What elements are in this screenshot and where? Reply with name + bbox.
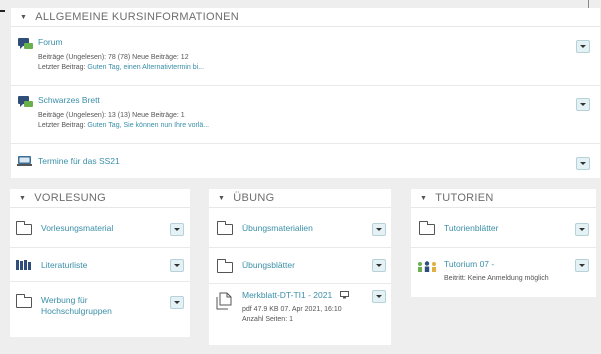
block-uebung: ▼ ÜBUNG Übungsmaterialien Übungsblätter …	[209, 189, 391, 345]
schwarzes-brett-last-post-link[interactable]: Guten Tag, Sie können nun Ihre vorlä...	[87, 122, 209, 129]
block-title: VORLESUNG	[34, 192, 107, 204]
tutorienblaetter-link[interactable]: Tutorienblätter	[444, 223, 499, 233]
tutorium-link[interactable]: Tutorium 07 -	[444, 259, 494, 269]
tutorium-enrollment: Beitritt: Keine Anmeldung möglich	[444, 275, 549, 282]
calendar-icon	[17, 156, 32, 166]
block-vorlesung: ▼ VORLESUNG Vorlesungsmaterial Literatur…	[10, 189, 190, 337]
forum-icon	[18, 38, 33, 49]
list-item-tutorium-07: Tutorium 07 - Beitritt: Keine Anmeldung …	[411, 248, 596, 297]
folder-icon	[16, 221, 32, 235]
block-header-vorlesung[interactable]: ▼ VORLESUNG	[10, 189, 190, 208]
list-item-uebungsmaterialien: Übungsmaterialien	[209, 209, 391, 248]
werbung-link[interactable]: Werbung für Hochschulgruppen	[41, 295, 112, 317]
books-icon	[16, 260, 31, 270]
literaturliste-link[interactable]: Literaturliste	[41, 260, 87, 270]
folder-icon	[217, 221, 233, 235]
block-title: TUTORIEN	[435, 192, 494, 204]
dropdown-button[interactable]	[576, 157, 590, 170]
list-item-tutorienblaetter: Tutorienblätter	[411, 209, 596, 248]
list-item-schwarzes-brett: Schwarzes Brett Beiträge (Ungelesen): 13…	[11, 86, 600, 144]
merkblatt-link[interactable]: Merkblatt-DT-TI1 - 2021	[242, 290, 332, 300]
forum-link[interactable]: Forum	[38, 37, 63, 47]
schwarzes-brett-last-post: Letzter Beitrag: Guten Tag, Sie können n…	[38, 122, 210, 129]
list-item-literaturliste: Literaturliste	[10, 248, 190, 282]
termine-link[interactable]: Termine für das SS21	[38, 156, 120, 166]
list-item-vorlesungsmaterial: Vorlesungsmaterial	[10, 209, 190, 248]
block-tutorien: ▼ TUTORIEN Tutorienblätter Tutorium 07 -…	[411, 189, 596, 297]
schwarzes-brett-link[interactable]: Schwarzes Brett	[38, 95, 100, 105]
schwarzes-brett-stats: Beiträge (Ungelesen): 13 (13) Neue Beitr…	[38, 112, 185, 119]
merkblatt-file-info: pdf 47.9 KB 07. Apr 2021, 16:10	[242, 306, 342, 313]
block-general-info: ▼ ALLGEMEINE KURSINFORMATIONEN Forum Bei…	[11, 8, 600, 178]
folder-icon	[217, 259, 233, 273]
list-item-merkblatt: Merkblatt-DT-TI1 - 2021 pdf 47.9 KB 07. …	[209, 284, 391, 345]
list-item-werbung: Werbung für Hochschulgruppen	[10, 282, 190, 337]
dropdown-button[interactable]	[372, 290, 386, 303]
triangle-down-icon[interactable]: ▼	[218, 195, 225, 202]
block-header-tutorien[interactable]: ▼ TUTORIEN	[411, 189, 596, 208]
dropdown-button[interactable]	[372, 259, 386, 272]
triangle-down-icon[interactable]: ▼	[19, 195, 26, 202]
dropdown-button[interactable]	[170, 259, 184, 272]
uebungsmaterialien-link[interactable]: Übungsmaterialien	[242, 223, 313, 233]
dropdown-button[interactable]	[170, 223, 184, 236]
list-item-uebungsblaetter: Übungsblätter	[209, 248, 391, 284]
block-header-uebung[interactable]: ▼ ÜBUNG	[209, 189, 391, 208]
file-icon	[216, 292, 232, 310]
triangle-down-icon[interactable]: ▼	[20, 14, 27, 21]
forum-last-post-link[interactable]: Guten Tag, einen Alternativtermin bi...	[87, 64, 204, 71]
block-header-general[interactable]: ▼ ALLGEMEINE KURSINFORMATIONEN	[11, 8, 600, 27]
dropdown-button[interactable]	[170, 296, 184, 309]
uebungsblaetter-link[interactable]: Übungsblätter	[242, 260, 295, 270]
dropdown-button[interactable]	[372, 223, 386, 236]
folder-icon	[16, 294, 32, 308]
folder-icon	[419, 221, 435, 235]
merkblatt-page-count: Anzahl Seiten: 1	[242, 316, 293, 323]
forum-stats: Beiträge (Ungelesen): 78 (78) Neue Beitr…	[38, 54, 189, 61]
triangle-down-icon[interactable]: ▼	[420, 195, 427, 202]
vorlesungsmaterial-link[interactable]: Vorlesungsmaterial	[41, 223, 113, 233]
cursor-mark	[0, 10, 5, 12]
list-item-forum: Forum Beiträge (Ungelesen): 78 (78) Neue…	[11, 28, 600, 86]
dropdown-button[interactable]	[575, 223, 589, 236]
dropdown-button[interactable]	[575, 259, 589, 272]
block-title: ALLGEMEINE KURSINFORMATIONEN	[35, 11, 240, 23]
forum-last-post: Letzter Beitrag: Guten Tag, einen Altern…	[38, 64, 205, 71]
list-item-termine: Termine für das SS21	[11, 144, 600, 178]
monitor-icon[interactable]	[340, 291, 349, 299]
group-icon	[418, 261, 436, 272]
forum-icon	[18, 96, 33, 107]
block-title: ÜBUNG	[233, 192, 275, 204]
dropdown-button[interactable]	[576, 40, 590, 53]
dropdown-button[interactable]	[576, 98, 590, 111]
